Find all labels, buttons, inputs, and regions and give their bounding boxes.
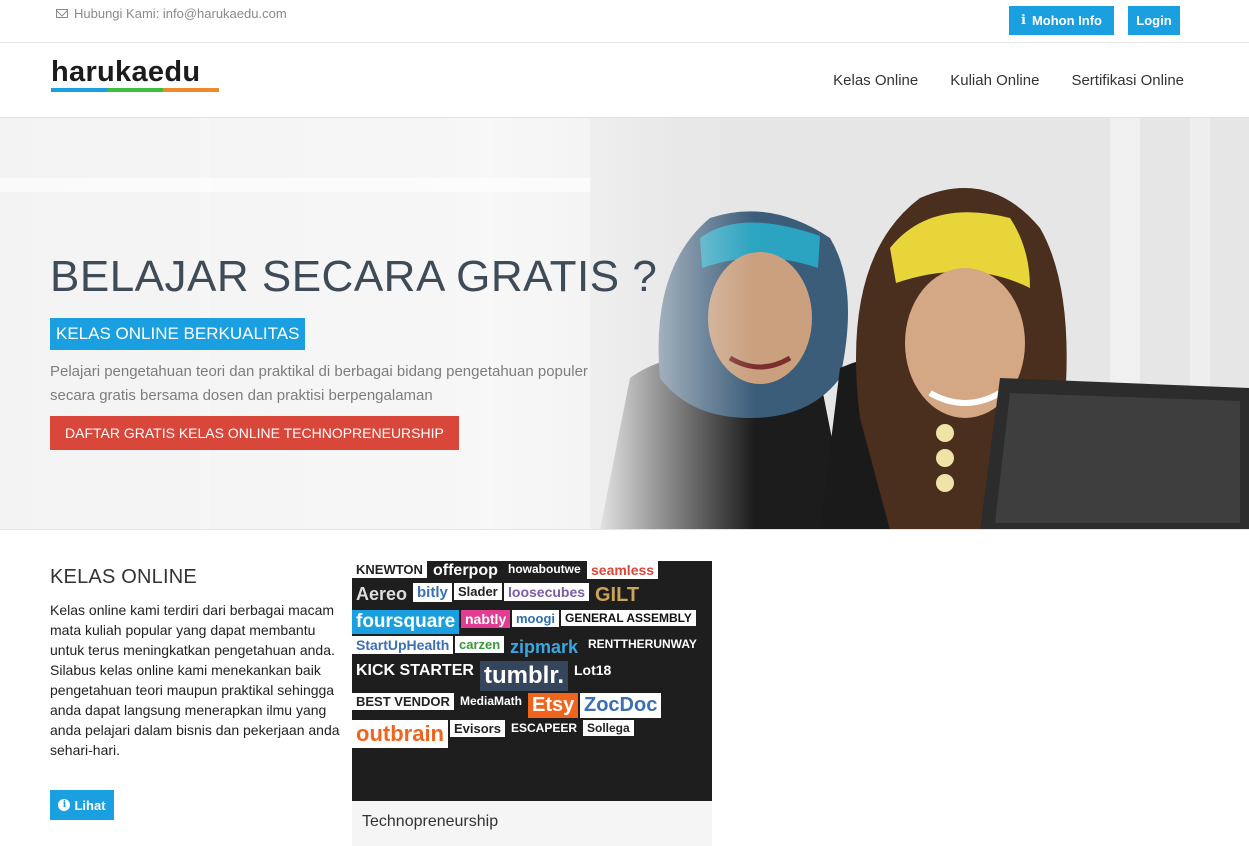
nav-kuliah-online[interactable]: Kuliah Online [950,72,1039,89]
collage-logo: GILT [591,583,644,608]
info-button-label: Mohon Info [1031,13,1102,28]
collage-logo: StartUpHealth [352,636,454,654]
collage-logo: seamless [587,561,659,579]
collage-logo: nabtly [461,610,511,628]
collage-logo: Slader [454,583,502,600]
register-cta-button[interactable]: DAFTAR GRATIS KELAS ONLINE TECHNOPRENEUR… [50,416,459,450]
hero-banner: BELAJAR SECARA GRATIS ? KELAS ONLINE BER… [0,118,1249,530]
logo-stripes [51,88,219,92]
collage-logo: Lot18 [570,661,616,679]
collage-logo: tumblr. [480,661,569,691]
view-button[interactable]: i Lihat [50,790,114,820]
collage-logo: MediaMath [456,693,527,709]
collage-logo: KICK STARTER [352,661,478,681]
collage-logo: BEST VENDOR [352,693,454,710]
login-button[interactable]: Login [1128,6,1180,35]
collage-logo: Etsy [528,693,579,718]
collage-logo: moogi [512,610,559,627]
collage-logo: Sollega [583,720,634,736]
view-button-label: Lihat [74,797,106,813]
hero-title: BELAJAR SECARA GRATIS ? [50,252,658,301]
nav-links: Kelas Online Kuliah Online Sertifikasi O… [833,72,1184,89]
collage-logo: KNEWTON [352,561,427,578]
logo-text: harukaedu [51,56,201,88]
login-button-label: Login [1136,13,1172,28]
course-card-image: KNEWTON offerpop howaboutwe seamless Aereo bi… [352,561,712,801]
hero-image [590,118,1249,529]
logo[interactable]: harukaedu [51,57,219,97]
collage-logo: GENERAL ASSEMBLY [561,610,696,626]
collage-logo: howaboutwe [504,561,585,577]
collage-logo: loosecubes [504,583,590,601]
collage-logo: zipmark [506,636,583,659]
course-card-title: Technopreneurship [362,813,499,830]
info-icon: i [1021,13,1026,28]
mail-icon [56,9,68,18]
collage-logo: carzen [455,636,505,653]
hero-badge: KELAS ONLINE BERKUALITAS [50,318,306,350]
main-navbar: harukaedu Kelas Online Kuliah Online Ser… [0,43,1249,118]
section-title: KELAS ONLINE [50,566,197,588]
contact-text: Hubungi Kami: info@harukaedu.com [74,6,287,21]
collage-logo: RENTTHERUNWAY [584,636,701,652]
collage-logo: ESCAPEER [507,720,582,736]
collage-logo: Aereo [352,583,412,606]
collage-logo: outbrain [352,720,448,748]
hero-description: Pelajari pengetahuan teori dan praktikal… [50,363,588,404]
collage-logo: bitly [413,583,452,602]
collage-logo: Evisors [450,720,505,737]
info-button[interactable]: i Mohon Info [1009,6,1114,35]
collage-logo: offerpop [429,561,502,581]
contact-info: Hubungi Kami: info@harukaedu.com [56,6,287,21]
collage-logo: ZocDoc [580,693,662,718]
nav-sertifikasi-online[interactable]: Sertifikasi Online [1071,72,1184,89]
collage-logo: foursquare [352,610,460,634]
info-circle-icon: i [58,799,71,811]
course-card[interactable]: KNEWTON offerpop howaboutwe seamless Aereo bi… [352,561,712,846]
top-bar: Hubungi Kami: info@harukaedu.com i Mohon… [0,0,1249,43]
section-description: Kelas online kami terdiri dari berbagai … [50,602,340,758]
nav-kelas-online[interactable]: Kelas Online [833,72,918,89]
